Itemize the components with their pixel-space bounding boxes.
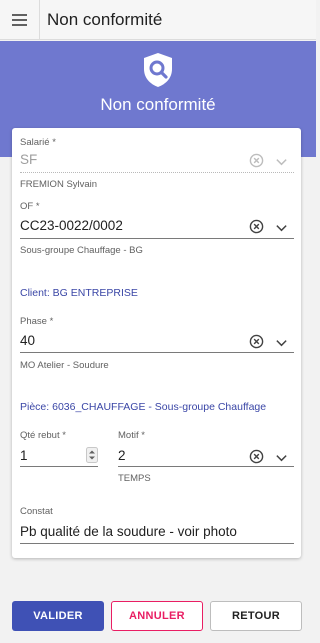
salarie-underline [20, 172, 294, 173]
motif-label: Motif * [118, 430, 145, 441]
constat-field[interactable]: Pb qualité de la soudure - voir photo [20, 524, 237, 539]
menu-icon[interactable] [0, 0, 40, 40]
of-underline [20, 238, 294, 239]
app-header: Non conformité [0, 0, 316, 40]
validate-button[interactable]: VALIDER [12, 601, 104, 631]
qte-rebut-label: Qté rebut * [20, 430, 66, 441]
salarie-hint: FREMION Sylvain [20, 179, 98, 190]
phase-underline [20, 352, 294, 353]
of-clear-icon[interactable] [249, 219, 264, 234]
motif-clear-icon[interactable] [249, 449, 264, 464]
qte-rebut-field[interactable]: 1 [20, 448, 28, 463]
of-field[interactable]: CC23-0022/0002 [20, 218, 123, 233]
shield-search-icon [144, 53, 172, 87]
salarie-label: Salarié * [20, 137, 56, 148]
of-chevron-down-icon[interactable] [275, 221, 288, 234]
phase-chevron-down-icon[interactable] [275, 336, 288, 349]
motif-field[interactable]: 2 [118, 448, 126, 463]
stepper-icon[interactable] [86, 447, 98, 463]
phase-label: Phase * [20, 316, 54, 327]
salarie-chevron-down-icon[interactable] [275, 155, 288, 168]
constat-label: Constat [20, 506, 53, 517]
phase-field[interactable]: 40 [20, 333, 35, 348]
constat-underline [20, 543, 294, 544]
motif-underline [118, 466, 294, 467]
piece-info: Pièce: 6036_CHAUFFAGE - Sous-groupe Chau… [20, 401, 267, 413]
phase-clear-icon[interactable] [249, 334, 264, 349]
page-title: Non conformité [47, 9, 163, 29]
salarie-field[interactable]: SF [20, 152, 37, 167]
form-card: Salarié * SF FREMION Sylvain OF * CC23-0… [12, 128, 301, 558]
qte-rebut-underline [20, 466, 98, 467]
phase-hint: MO Atelier - Soudure [20, 360, 109, 371]
hero-title: Non conformité [100, 95, 216, 114]
client-info: Client: BG ENTREPRISE [20, 287, 138, 299]
back-button[interactable]: RETOUR [210, 601, 302, 631]
of-hint: Sous-groupe Chauffage - BG [20, 245, 143, 256]
motif-chevron-down-icon[interactable] [275, 451, 288, 464]
cancel-button[interactable]: ANNULER [111, 601, 203, 631]
of-label: OF * [20, 201, 40, 212]
salarie-clear-icon[interactable] [249, 153, 264, 168]
motif-hint: TEMPS [118, 473, 151, 484]
